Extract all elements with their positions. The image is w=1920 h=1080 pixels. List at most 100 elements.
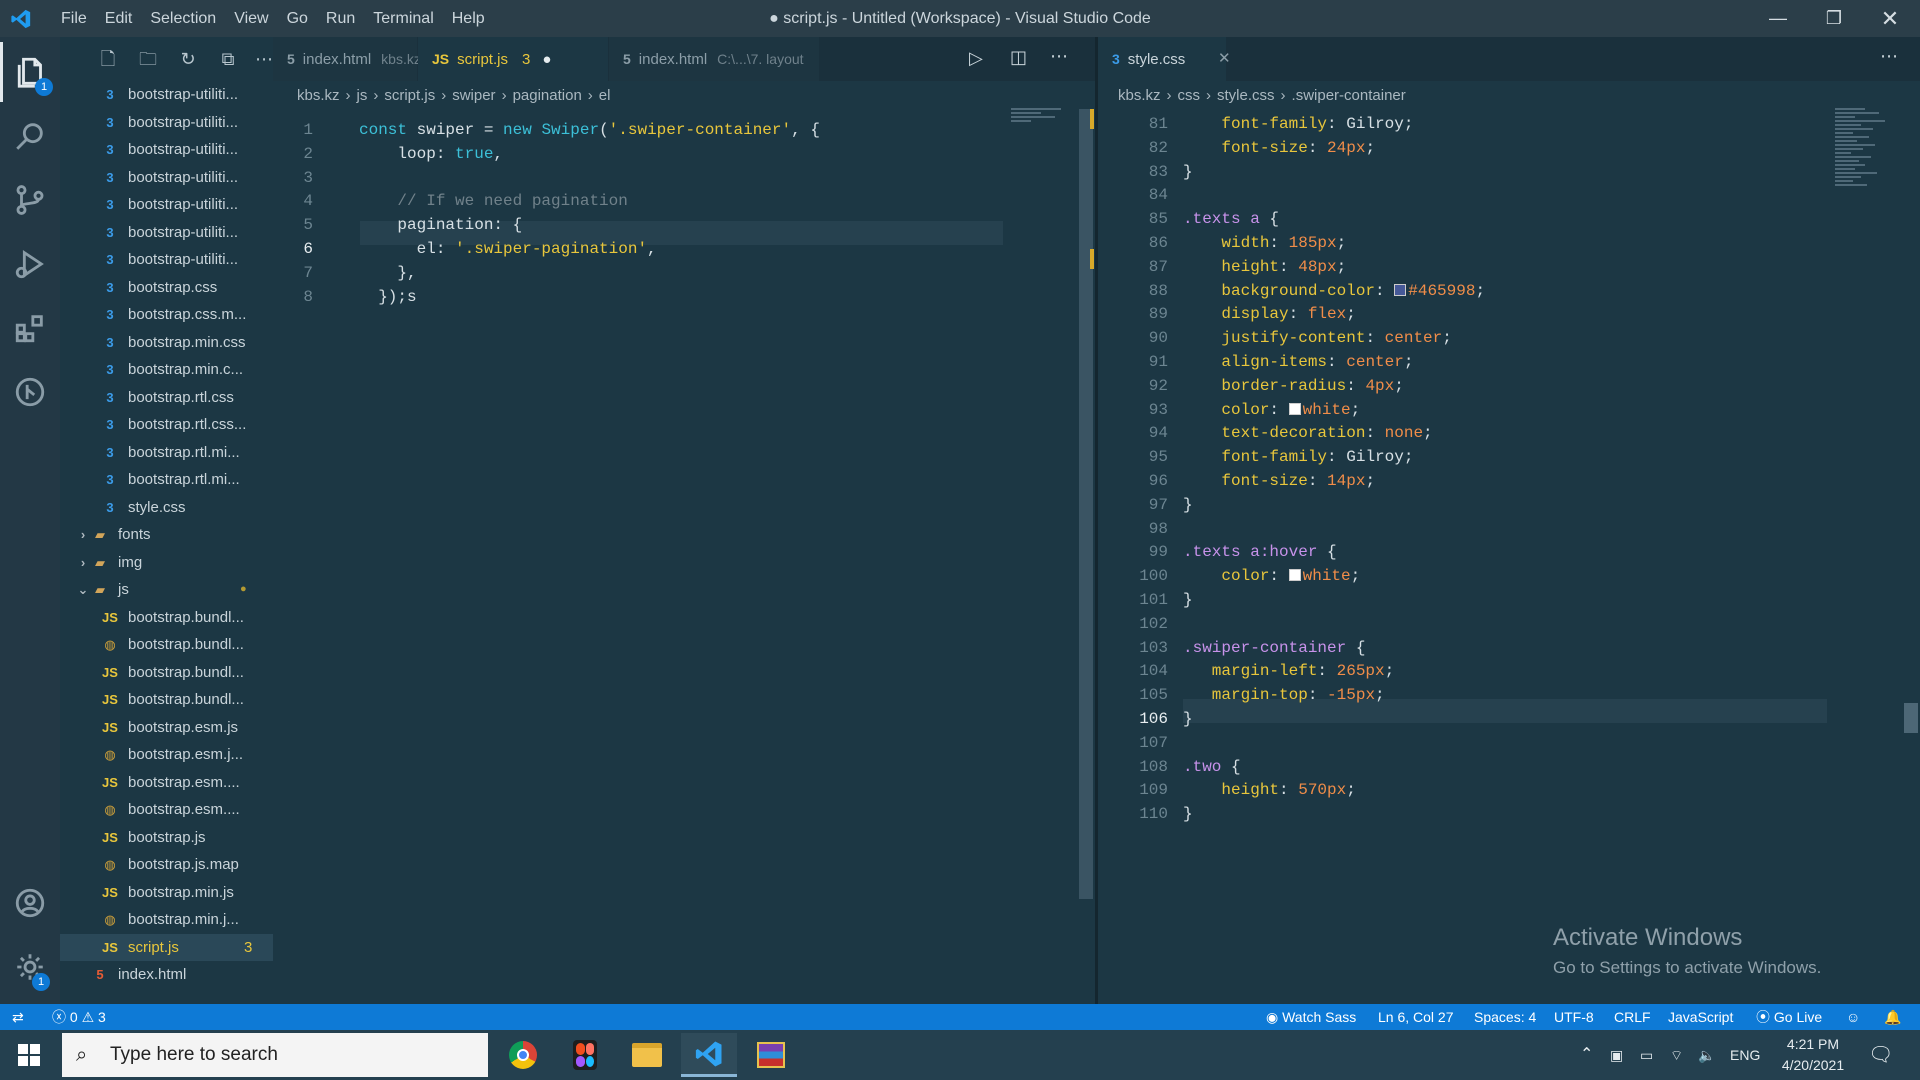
tree-item[interactable]: 3 bootstrap.rtl.css: [60, 384, 273, 412]
tree-item[interactable]: 3 bootstrap-utiliti...: [60, 81, 273, 109]
refresh-icon[interactable]: ↻: [177, 48, 199, 70]
code-line[interactable]: el: '.swiper-pagination',: [359, 240, 657, 258]
action-center-icon[interactable]: 🗨: [1868, 1030, 1893, 1080]
tree-item[interactable]: 3 bootstrap-utiliti...: [60, 164, 273, 192]
code-line[interactable]: .two {: [1183, 758, 1241, 776]
watch-sass-status[interactable]: ◉ Watch Sass: [1266, 1004, 1356, 1030]
breadcrumb-item[interactable]: swiper: [452, 87, 495, 104]
menu-run[interactable]: Run: [317, 0, 364, 37]
tree-item[interactable]: 3 bootstrap-utiliti...: [60, 219, 273, 247]
tree-item[interactable]: 3 style.css: [60, 494, 273, 522]
breadcrumb-item[interactable]: .swiper-container: [1292, 87, 1406, 104]
tree-item[interactable]: JS bootstrap.bundl...: [60, 604, 273, 632]
color-swatch[interactable]: [1288, 569, 1301, 582]
tree-item[interactable]: 3 bootstrap.rtl.mi...: [60, 439, 273, 467]
tree-item[interactable]: 3 bootstrap-utiliti...: [60, 246, 273, 274]
tree-item[interactable]: 3 bootstrap.css: [60, 274, 273, 302]
code-line[interactable]: loop: true,: [359, 145, 503, 163]
extensions-icon[interactable]: [0, 298, 60, 358]
breadcrumb-item[interactable]: css: [1178, 87, 1201, 104]
source-control-icon[interactable]: [0, 170, 60, 230]
close-window-icon[interactable]: ✕: [1862, 0, 1918, 37]
breadcrumb-item[interactable]: js: [357, 87, 368, 104]
indentation-status[interactable]: Spaces: 4: [1474, 1004, 1536, 1030]
code-line[interactable]: justify-content: center;: [1183, 329, 1451, 347]
tab-style-css[interactable]: 3 style.css ✕: [1098, 37, 1231, 81]
tree-item[interactable]: 3 bootstrap.min.css: [60, 329, 273, 357]
problems-status[interactable]: ⓧ 0 ⚠ 3: [52, 1004, 106, 1030]
right-editor-more-icon[interactable]: ⋯: [1880, 46, 1898, 67]
account-icon[interactable]: [0, 873, 60, 933]
run-icon[interactable]: ▷: [969, 48, 983, 69]
tab-index-html[interactable]: 5 index.html C:\...\7. layout: [609, 37, 819, 81]
vscode-taskbar-icon[interactable]: [681, 1033, 737, 1077]
tree-item[interactable]: JS bootstrap.bundl...: [60, 659, 273, 687]
tree-item[interactable]: 3 bootstrap.min.c...: [60, 356, 273, 384]
go-live-status[interactable]: ⦿ Go Live: [1756, 1004, 1822, 1030]
more-actions-icon[interactable]: ⋯: [253, 48, 273, 70]
tree-item[interactable]: JS script.js 3: [60, 933, 273, 961]
settings-gear-icon[interactable]: 1: [0, 937, 60, 997]
tree-item[interactable]: › ▰ fonts: [60, 521, 273, 549]
language-mode[interactable]: JavaScript: [1668, 1004, 1733, 1030]
code-line[interactable]: .texts a:hover {: [1183, 543, 1337, 561]
volume-icon[interactable]: 🔈: [1698, 1030, 1715, 1080]
menu-terminal[interactable]: Terminal: [364, 0, 442, 37]
feedback-icon[interactable]: ☺: [1846, 1004, 1860, 1030]
code-line[interactable]: border-radius: 4px;: [1183, 377, 1403, 395]
tree-item[interactable]: JS bootstrap.min.js: [60, 879, 273, 907]
tree-item[interactable]: JS bootstrap.esm.js: [60, 714, 273, 742]
breadcrumb-item[interactable]: kbs.kz: [1118, 87, 1161, 104]
menu-go[interactable]: Go: [278, 0, 317, 37]
split-editor-icon[interactable]: ◫: [1010, 47, 1027, 68]
code-line[interactable]: }: [1183, 591, 1193, 609]
tree-item[interactable]: ⌄ ▰ js ●: [60, 576, 273, 604]
tree-item[interactable]: ◍ bootstrap.esm.j...: [60, 741, 273, 769]
code-line[interactable]: margin-top: -15px;: [1183, 686, 1385, 704]
code-line[interactable]: width: 185px;: [1183, 234, 1346, 252]
winrar-icon[interactable]: [743, 1033, 799, 1077]
explorer-icon[interactable]: 1: [0, 42, 60, 102]
right-scrollbar[interactable]: [1904, 703, 1918, 733]
breadcrumb-item[interactable]: script.js: [384, 87, 435, 104]
breadcrumb-item[interactable]: kbs.kz: [297, 87, 340, 104]
code-line[interactable]: background-color: #465998;: [1183, 282, 1485, 300]
battery-icon[interactable]: ▭: [1640, 1030, 1653, 1080]
code-line[interactable]: height: 48px;: [1183, 258, 1346, 276]
eol-status[interactable]: CRLF: [1614, 1004, 1651, 1030]
code-line[interactable]: }: [1183, 710, 1193, 728]
menu-edit[interactable]: Edit: [96, 0, 142, 37]
tree-item[interactable]: JS bootstrap.esm....: [60, 769, 273, 797]
code-line[interactable]: height: 570px;: [1183, 781, 1355, 799]
file-explorer-icon[interactable]: [619, 1033, 675, 1077]
new-file-icon[interactable]: 🗋: [97, 48, 119, 70]
breadcrumb-item[interactable]: el: [599, 87, 611, 104]
menu-view[interactable]: View: [225, 0, 277, 37]
tree-item[interactable]: 3 bootstrap-utiliti...: [60, 109, 273, 137]
code-line[interactable]: }: [1183, 805, 1193, 823]
code-line[interactable]: align-items: center;: [1183, 353, 1413, 371]
code-line[interactable]: margin-left: 265px;: [1183, 662, 1394, 680]
menu-help[interactable]: Help: [443, 0, 494, 37]
code-line[interactable]: font-family: Gilroy;: [1183, 448, 1413, 466]
chrome-icon[interactable]: [495, 1033, 551, 1077]
code-line[interactable]: font-size: 24px;: [1183, 139, 1375, 157]
code-line[interactable]: // If we need pagination: [359, 192, 627, 210]
minimize-icon[interactable]: —: [1750, 0, 1806, 37]
tree-item[interactable]: JS bootstrap.bundl...: [60, 686, 273, 714]
code-line[interactable]: color: white;: [1183, 567, 1360, 585]
figma-icon[interactable]: [557, 1033, 613, 1077]
windows-start-icon[interactable]: [18, 1044, 40, 1066]
tree-item[interactable]: ◍ bootstrap.min.j...: [60, 906, 273, 934]
notifications-bell-icon[interactable]: 🔔: [1884, 1004, 1901, 1030]
code-line[interactable]: pagination: {: [359, 216, 522, 234]
editor-more-icon[interactable]: ⋯: [1050, 46, 1068, 67]
code-line[interactable]: },: [359, 264, 416, 282]
cursor-position[interactable]: Ln 6, Col 27: [1378, 1004, 1454, 1030]
tree-item[interactable]: › ▰ img: [60, 549, 273, 577]
taskbar-clock[interactable]: 4:21 PM 4/20/2021: [1770, 1034, 1856, 1076]
tree-item[interactable]: JS bootstrap.js: [60, 824, 273, 852]
code-line[interactable]: .swiper-container {: [1183, 639, 1365, 657]
code-line[interactable]: font-family: Gilroy;: [1183, 115, 1413, 133]
tray-app-icon[interactable]: ▣: [1610, 1030, 1623, 1080]
